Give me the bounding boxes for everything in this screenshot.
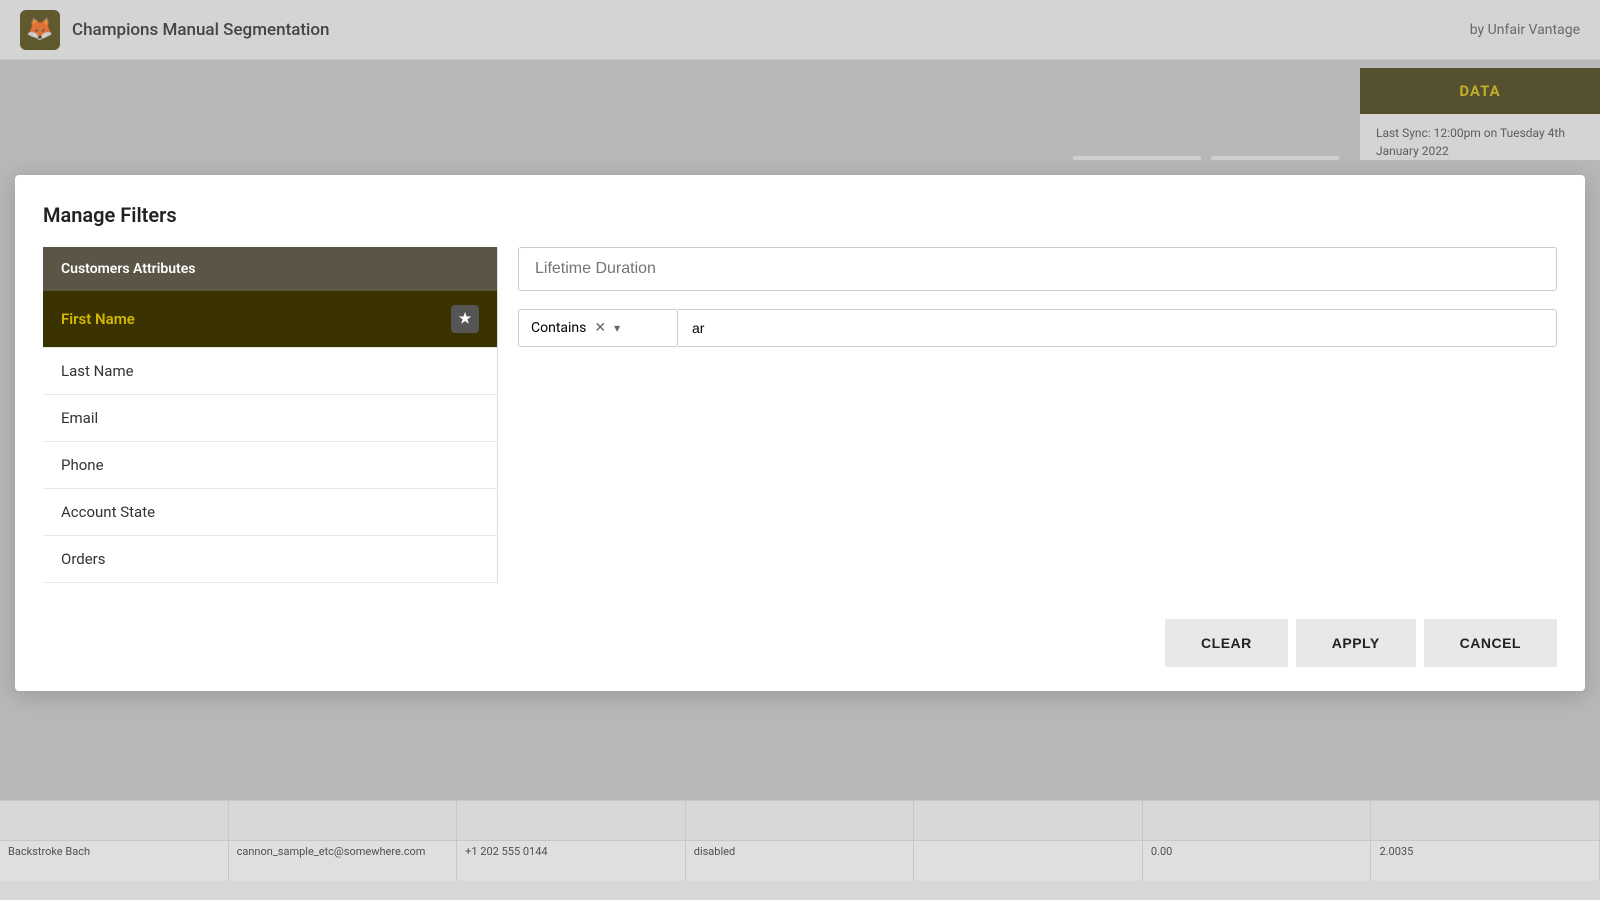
filter-item-phone[interactable]: Phone	[43, 442, 497, 489]
filter-item-email[interactable]: Email	[43, 395, 497, 442]
filter-items-container: First Name ★ Last Name Email Phone Account St…	[43, 291, 497, 583]
filter-item-label: Orders	[61, 550, 106, 568]
filter-name-input[interactable]	[518, 247, 1557, 291]
filter-item-label: Phone	[61, 456, 104, 474]
cancel-button[interactable]: CANCEL	[1424, 619, 1557, 667]
filter-item-last-name[interactable]: Last Name	[43, 348, 497, 395]
filter-item-label: First Name	[61, 310, 135, 328]
filter-item-orders[interactable]: Orders	[43, 536, 497, 583]
filter-item-label: Last Name	[61, 362, 134, 380]
filter-item-account-state[interactable]: Account State	[43, 489, 497, 536]
filter-item-label: Email	[61, 409, 98, 427]
modal-title: Manage Filters	[43, 203, 1557, 227]
clear-operator-icon[interactable]: ✕	[594, 320, 606, 336]
condition-operator-select[interactable]: Contains ✕ ▾	[518, 309, 678, 347]
filter-item-first-name[interactable]: First Name ★	[43, 291, 497, 348]
operator-label: Contains	[531, 320, 586, 336]
manage-filters-modal: Manage Filters Customers Attributes Firs…	[15, 175, 1585, 691]
condition-value-input[interactable]	[678, 309, 1557, 347]
dropdown-arrow-icon[interactable]: ▾	[614, 321, 620, 335]
filter-item-label: Account State	[61, 503, 155, 521]
favorite-star-icon[interactable]: ★	[451, 305, 479, 333]
filter-category-label: Customers Attributes	[43, 247, 497, 291]
filter-config: Contains ✕ ▾	[498, 247, 1557, 583]
clear-button[interactable]: CLEAR	[1165, 619, 1288, 667]
filter-list: Customers Attributes First Name ★ Last Nam…	[43, 247, 498, 583]
modal-footer: CLEAR APPLY CANCEL	[43, 607, 1557, 667]
condition-row: Contains ✕ ▾	[518, 309, 1557, 347]
apply-button[interactable]: APPLY	[1296, 619, 1416, 667]
modal-body: Customers Attributes First Name ★ Last Nam…	[43, 247, 1557, 583]
